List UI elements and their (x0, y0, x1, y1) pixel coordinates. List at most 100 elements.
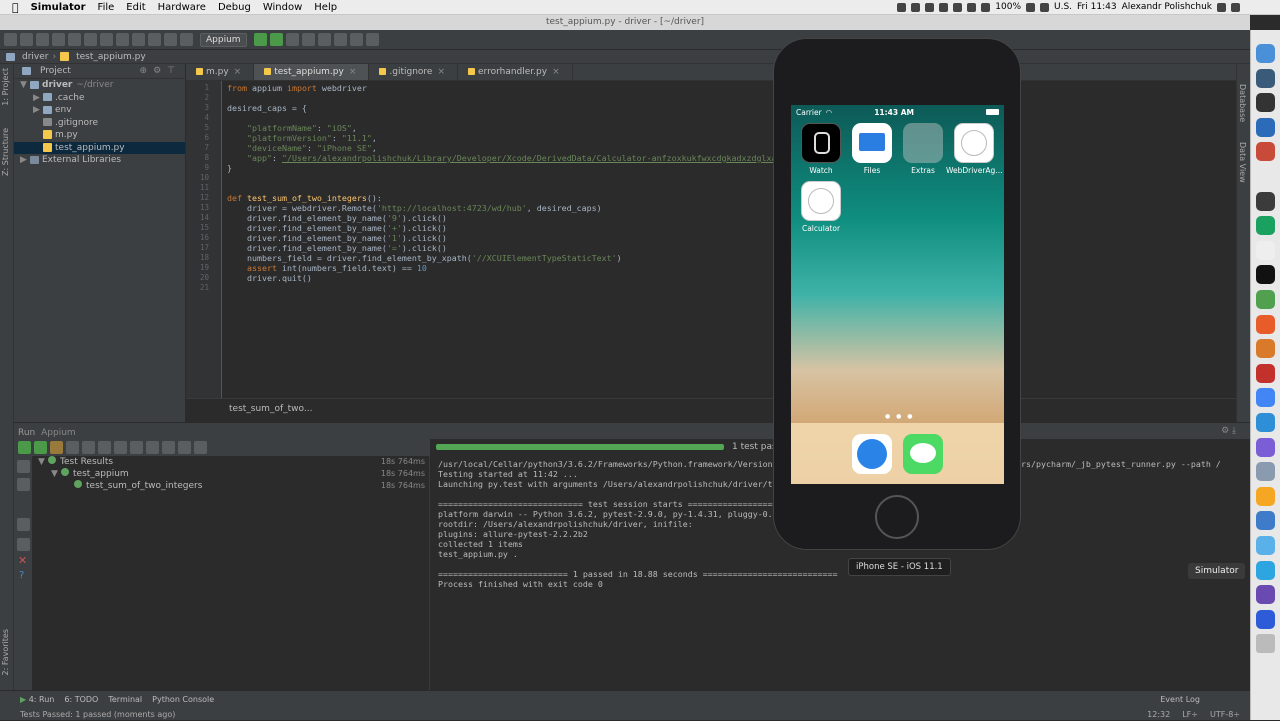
files-app-icon[interactable] (852, 123, 892, 163)
project-view-select[interactable]: Project (40, 66, 71, 76)
menu-edit[interactable]: Edit (120, 2, 151, 13)
project-tree-item[interactable]: ▶ External Libraries (14, 154, 185, 167)
project-tree-item[interactable]: .gitignore (14, 117, 185, 130)
input-source[interactable]: U.S. (1054, 2, 1072, 12)
line-separator[interactable]: LF÷ (1182, 710, 1198, 719)
project-tree-item[interactable]: test_appium.py (14, 141, 185, 154)
history-icon[interactable] (178, 441, 191, 454)
previous-icon[interactable] (130, 441, 143, 454)
simulator-icon[interactable] (1256, 536, 1275, 555)
notes-icon[interactable] (1256, 167, 1275, 186)
editor-tab[interactable]: m.py × (186, 64, 255, 80)
coverage-icon[interactable] (285, 33, 299, 46)
profile-icon[interactable] (301, 33, 315, 46)
xcode-icon[interactable] (1256, 413, 1275, 432)
gear-icon[interactable] (194, 441, 207, 454)
chevron-right-icon[interactable]: ▶ (33, 92, 43, 105)
show-passed-icon[interactable] (34, 441, 47, 454)
nav-root[interactable]: driver (22, 52, 48, 62)
flag-icon[interactable] (1040, 2, 1049, 12)
skype-icon[interactable] (1256, 240, 1275, 260)
undo-icon[interactable] (52, 33, 65, 46)
extras-folder-icon[interactable] (903, 123, 943, 163)
sort-alpha-icon[interactable] (66, 441, 79, 454)
code-breadcrumb[interactable]: test_sum_of_two... (186, 398, 1250, 422)
firefox-icon[interactable] (1256, 314, 1275, 334)
mail-icon[interactable] (1256, 117, 1275, 137)
calculator-icon[interactable] (1256, 363, 1275, 383)
tab-python-console[interactable]: Python Console (152, 695, 214, 704)
help-icon[interactable] (349, 33, 363, 46)
save-icon[interactable] (20, 33, 33, 46)
pycharm-icon[interactable] (1256, 216, 1275, 236)
event-log[interactable]: Event Log (1160, 695, 1200, 704)
search-icon[interactable] (1217, 2, 1226, 12)
webdriveragent-app-icon[interactable] (954, 123, 994, 163)
chevron-down-icon[interactable]: ▼ (38, 456, 48, 468)
menu-hardware[interactable]: Hardware (152, 2, 212, 13)
pin-icon[interactable] (17, 538, 30, 551)
user-name[interactable]: Alexandr Polishchuk (1122, 2, 1212, 12)
test-result-row[interactable]: ▼ Test Results 18s 764ms (32, 456, 429, 468)
open-icon[interactable] (4, 33, 17, 46)
gear-icon[interactable]: ⊕⚙⊤ (140, 66, 181, 76)
back-icon[interactable] (164, 33, 177, 46)
grid-icon[interactable] (925, 2, 935, 12)
tab-todo[interactable]: 6: TODO (64, 695, 98, 704)
tab-database[interactable]: Database (1238, 84, 1247, 122)
trash-icon[interactable] (1256, 634, 1275, 654)
record-icon[interactable] (897, 2, 907, 12)
viber-icon[interactable] (1256, 437, 1275, 457)
sort-duration-icon[interactable] (82, 441, 95, 454)
list-icon[interactable] (1231, 2, 1240, 12)
menu-file[interactable]: File (92, 2, 121, 13)
project-tree-item[interactable]: ▼ driver ~/driver (14, 79, 185, 92)
editor-tab[interactable]: .gitignore × (369, 64, 458, 80)
cut-icon[interactable] (84, 33, 97, 46)
run-icon[interactable] (253, 33, 267, 46)
finder-icon[interactable] (1256, 44, 1275, 63)
chat-icon[interactable] (1256, 290, 1275, 309)
menu-help[interactable]: Help (308, 2, 343, 13)
wifi-icon[interactable] (967, 2, 977, 12)
collapse-all-icon[interactable] (114, 441, 127, 454)
close-icon[interactable]: × (234, 67, 242, 77)
xcode-tools-icon[interactable] (1256, 511, 1275, 531)
replace-icon[interactable] (148, 33, 161, 46)
next-icon[interactable] (146, 441, 159, 454)
forward-icon[interactable] (180, 33, 193, 46)
find-icon[interactable] (132, 33, 145, 46)
safari-app-icon[interactable] (852, 434, 892, 474)
file-encoding[interactable]: UTF-8÷ (1210, 710, 1240, 719)
watch-app-icon[interactable] (801, 123, 841, 163)
gear-icon[interactable]: ⚙ ⤓ (1221, 426, 1236, 436)
layout-icon[interactable] (17, 518, 30, 531)
shield-icon[interactable] (953, 2, 963, 12)
stop-icon[interactable] (17, 478, 30, 491)
caret-position[interactable]: 12:32 (1147, 710, 1170, 719)
home-button[interactable] (875, 495, 919, 539)
telegram-icon[interactable] (1256, 560, 1275, 580)
tab-run[interactable]: ▶ 4: Run (20, 695, 54, 704)
menu-app-name[interactable]: Simulator (25, 2, 92, 13)
chevron-right-icon[interactable]: ▶ (20, 154, 30, 167)
test-result-row[interactable]: test_sum_of_two_integers 18s 764ms (32, 480, 429, 492)
nav-file[interactable]: test_appium.py (76, 52, 146, 62)
close-icon[interactable]: × (552, 67, 560, 77)
vcs-icon[interactable] (365, 33, 379, 46)
editor-tab[interactable]: test_appium.py × (254, 64, 370, 80)
preview-icon[interactable] (1256, 462, 1275, 482)
close-icon[interactable]: ✕ (18, 554, 27, 567)
tab-project-vertical[interactable]: 1: Project (1, 68, 10, 106)
close-icon[interactable]: × (349, 67, 357, 77)
code-area[interactable]: from appium import webdriver desired_caps… (227, 83, 797, 293)
project-tree-item[interactable]: ▶ .cache (14, 92, 185, 105)
close-icon[interactable]: × (437, 67, 445, 77)
calendar-icon[interactable] (1256, 142, 1275, 162)
battery-icon[interactable] (1026, 2, 1035, 12)
menu-debug[interactable]: Debug (212, 2, 257, 13)
menu-window[interactable]: Window (257, 2, 308, 13)
sublime-icon[interactable] (1256, 486, 1275, 506)
test-result-row[interactable]: ▼ test_appium 18s 764ms (32, 468, 429, 480)
tab-terminal[interactable]: Terminal (108, 695, 142, 704)
